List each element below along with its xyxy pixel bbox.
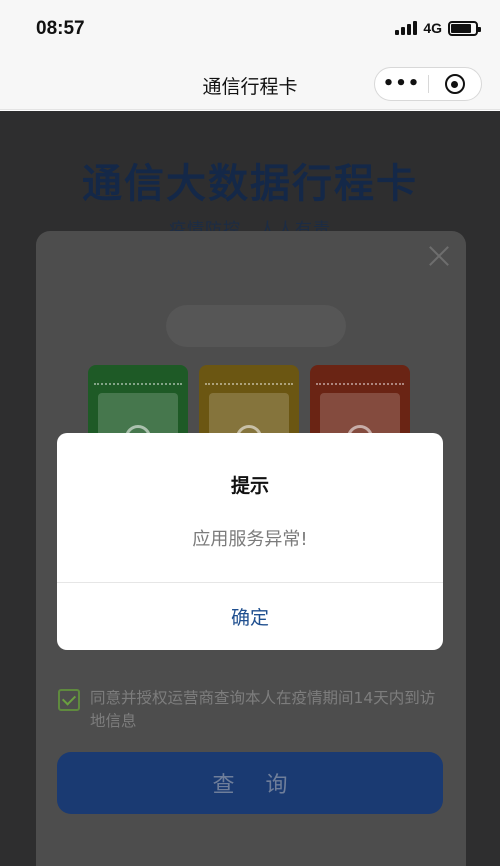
signal-icon: [395, 21, 418, 35]
network-type: 4G: [423, 20, 442, 36]
checkbox-checked-icon[interactable]: [58, 689, 80, 711]
brand-title: 通信大数据行程卡: [82, 161, 418, 207]
agreement-text: 同意并授权运营商查询本人在疫情期间14天内到访地信息: [90, 689, 436, 730]
status-time: 08:57: [36, 18, 85, 39]
card-illustration: [166, 305, 346, 347]
battery-icon: [448, 20, 481, 36]
mini-program-close-icon: [444, 74, 465, 94]
query-button[interactable]: 查 询: [57, 752, 443, 814]
more-icon[interactable]: •••: [375, 67, 428, 101]
confirm-button[interactable]: 确定: [57, 583, 443, 650]
mini-program-capsule: •••: [374, 67, 482, 101]
mini-program-close-button[interactable]: [429, 74, 481, 94]
alert-message: 应用服务异常!: [192, 529, 308, 550]
status-indicators: 4G: [395, 20, 481, 36]
close-icon[interactable]: [426, 243, 452, 269]
alert-dialog: 提示 应用服务异常! 确定: [57, 433, 443, 650]
alert-title: 提示: [230, 475, 269, 497]
agreement-row: 同意并授权运营商查询本人在疫情期间14天内到访地信息: [58, 687, 448, 733]
status-bar: 08:57 4G: [0, 0, 500, 58]
nav-bar: 通信行程卡 •••: [0, 58, 500, 110]
